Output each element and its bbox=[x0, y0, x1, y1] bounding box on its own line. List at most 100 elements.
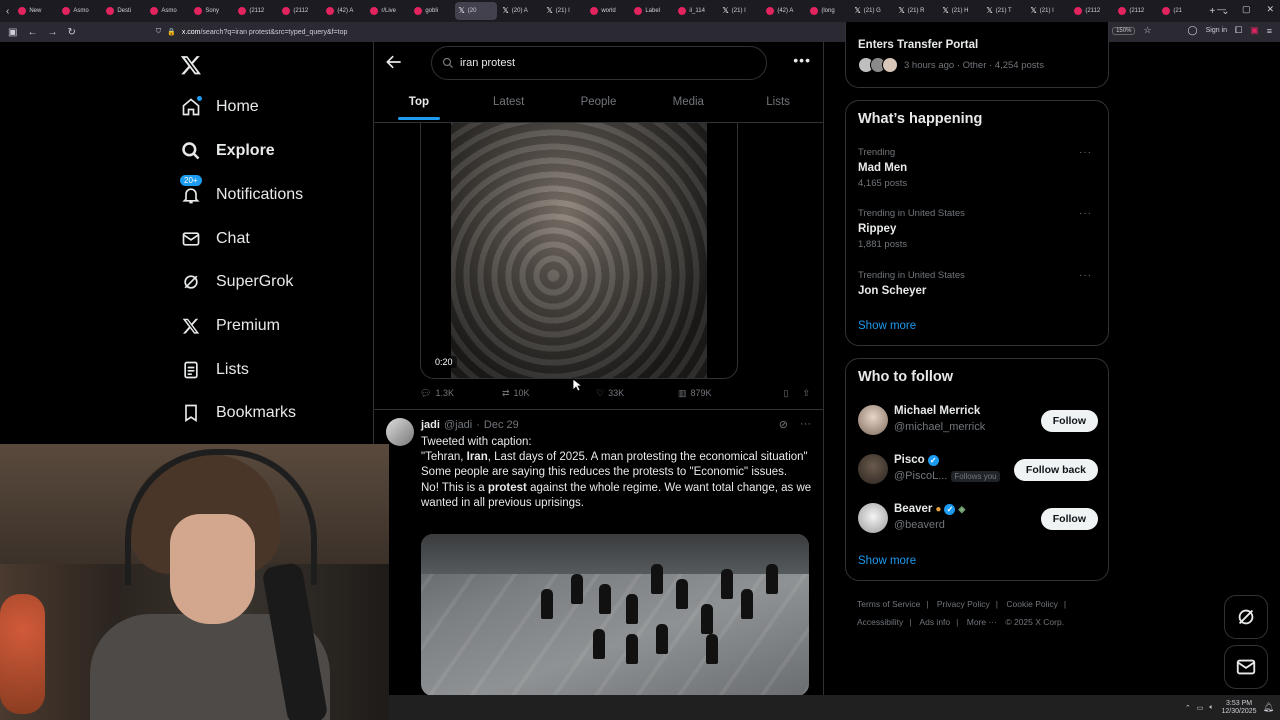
messages-button[interactable] bbox=[1224, 645, 1268, 689]
search-input[interactable] bbox=[458, 56, 742, 70]
browser-tab[interactable]: gobli bbox=[411, 2, 453, 20]
forward-icon[interactable]: → bbox=[47, 27, 57, 38]
url-field[interactable]: ⛉ 🔒 x.com/search?q=iran protest&src=type… bbox=[156, 28, 348, 36]
sidebar-toggle-icon[interactable]: ▣ bbox=[8, 27, 17, 38]
browser-tab[interactable]: (2112 bbox=[235, 2, 277, 20]
follow-suggestion[interactable]: Beaver ● ✓ ◈ @beaverd Follow bbox=[858, 500, 1098, 540]
more-icon[interactable]: ··· bbox=[1079, 270, 1092, 281]
browser-tab[interactable]: (2112 bbox=[1115, 2, 1157, 20]
tab-latest[interactable]: Latest bbox=[464, 86, 554, 122]
browser-tab[interactable]: il_114 bbox=[675, 2, 717, 20]
more-icon[interactable]: ··· bbox=[1079, 147, 1092, 158]
browser-tab[interactable]: (2112 bbox=[1071, 2, 1113, 20]
extensions-icon[interactable]: ⧠ bbox=[1235, 25, 1242, 36]
browser-tab[interactable]: world bbox=[587, 2, 629, 20]
signin-label[interactable]: Sign in bbox=[1206, 27, 1227, 34]
avatar[interactable] bbox=[858, 405, 888, 435]
taskbar-clock[interactable]: 3:53 PM 12/30/2025 bbox=[1222, 700, 1257, 716]
nav-premium[interactable]: Premium bbox=[180, 315, 280, 337]
footer-link[interactable]: Cookie Policy bbox=[1006, 599, 1058, 609]
more-icon[interactable]: ··· bbox=[1079, 208, 1092, 219]
account-icon[interactable]: ◯ bbox=[1188, 25, 1198, 36]
tab-people[interactable]: People bbox=[554, 86, 644, 122]
browser-tab[interactable]: 𝕏 (21) H bbox=[939, 2, 981, 20]
back-icon[interactable]: ← bbox=[27, 27, 37, 38]
bookmark-star-icon[interactable]: ☆ bbox=[1143, 25, 1151, 36]
trend-item[interactable]: Trending in United States Jon Scheyer ··… bbox=[858, 270, 1098, 297]
show-more-link[interactable]: Show more bbox=[858, 555, 916, 567]
tab-list-icon[interactable]: ‹ bbox=[6, 6, 9, 17]
browser-tab[interactable]: New bbox=[15, 2, 57, 20]
video-frame[interactable] bbox=[451, 122, 707, 378]
tab-top[interactable]: Top bbox=[374, 86, 464, 122]
browser-tab[interactable]: (42) A bbox=[323, 2, 365, 20]
browser-tab[interactable]: 𝕏 (21) G bbox=[851, 2, 893, 20]
follow-suggestion[interactable]: Michael Merrick @michael_merrick Follow bbox=[858, 402, 1098, 442]
nav-chat[interactable]: Chat bbox=[180, 228, 250, 250]
minimize-icon[interactable]: — bbox=[1217, 4, 1226, 15]
avatar[interactable] bbox=[386, 418, 414, 446]
share-button[interactable]: ⇧ bbox=[802, 388, 810, 399]
menu-icon[interactable]: ≡ bbox=[1267, 26, 1272, 36]
footer-link[interactable]: More ··· bbox=[967, 617, 997, 627]
author-handle[interactable]: @jadi bbox=[444, 419, 472, 431]
monitor-icon[interactable]: ▭ bbox=[1197, 704, 1204, 712]
bookmark-button[interactable]: ▯ bbox=[784, 388, 789, 399]
follow-button[interactable]: Follow bbox=[1040, 508, 1098, 530]
browser-tab[interactable]: (42) A bbox=[763, 2, 805, 20]
avatar[interactable] bbox=[858, 503, 888, 533]
browser-tab[interactable]: Desti bbox=[103, 2, 145, 20]
follow-suggestion[interactable]: Pisco ✓ @PiscoL... Follows you Follow back bbox=[858, 451, 1098, 491]
news-card[interactable]: Enters Transfer Portal 3 hours ago · Oth… bbox=[845, 22, 1109, 88]
follow-button[interactable]: Follow bbox=[1040, 410, 1098, 432]
browser-tab[interactable]: Label bbox=[631, 2, 673, 20]
browser-tab[interactable]: 𝕏 (21) I bbox=[543, 2, 585, 20]
browser-tab[interactable]: Asmo bbox=[59, 2, 101, 20]
footer-link[interactable]: Accessibility bbox=[857, 617, 903, 627]
author-name[interactable]: jadi bbox=[421, 419, 440, 431]
close-window-icon[interactable]: ✕ bbox=[1266, 4, 1274, 15]
chevron-up-icon[interactable]: ⌃ bbox=[1185, 704, 1191, 712]
browser-tab[interactable]: (long bbox=[807, 2, 849, 20]
follow-back-button[interactable]: Follow back bbox=[1013, 459, 1098, 481]
footer-link[interactable]: Privacy Policy bbox=[937, 599, 990, 609]
zoom-level[interactable]: 150% bbox=[1112, 26, 1136, 35]
nav-explore[interactable]: Explore bbox=[180, 140, 275, 162]
volume-icon[interactable]: 🔈︎ bbox=[1209, 704, 1213, 712]
like-button[interactable]: ♡ 33K bbox=[596, 388, 678, 399]
browser-tab[interactable]: (2112 bbox=[279, 2, 321, 20]
browser-tab[interactable]: r/Live bbox=[367, 2, 409, 20]
tab-media[interactable]: Media bbox=[643, 86, 733, 122]
nav-bookmarks[interactable]: Bookmarks bbox=[180, 402, 296, 424]
notification-ext-icon[interactable]: ▣ bbox=[1250, 25, 1259, 36]
browser-tab[interactable]: Asmo bbox=[147, 2, 189, 20]
maximize-icon[interactable]: ▢ bbox=[1242, 4, 1251, 15]
browser-tab[interactable]: Sony bbox=[191, 2, 233, 20]
show-more-link[interactable]: Show more bbox=[858, 320, 916, 332]
avatar[interactable] bbox=[858, 454, 888, 484]
browser-tab[interactable]: 𝕏 (21) I bbox=[719, 2, 761, 20]
tweet-video[interactable]: 0:20 bbox=[420, 122, 738, 379]
trend-item[interactable]: Trending in United States Rippey 1,881 p… bbox=[858, 208, 1098, 250]
notification-bell-icon[interactable]: 🔔︎ bbox=[1263, 702, 1274, 713]
news-title[interactable]: Enters Transfer Portal bbox=[858, 39, 978, 51]
footer-link[interactable]: Terms of Service bbox=[857, 599, 920, 609]
tab-lists[interactable]: Lists bbox=[733, 86, 823, 122]
tweet-date[interactable]: Dec 29 bbox=[484, 419, 519, 431]
nav-notifications[interactable]: 20+ Notifications bbox=[180, 175, 303, 206]
grok-button[interactable] bbox=[1224, 595, 1268, 639]
reply-button[interactable]: 💬︎ 1.3K bbox=[420, 388, 502, 399]
more-icon[interactable]: ••• bbox=[793, 52, 811, 68]
nav-lists[interactable]: Lists bbox=[180, 359, 249, 381]
search-box[interactable] bbox=[431, 46, 767, 80]
tweet-image[interactable] bbox=[421, 534, 809, 695]
nav-supergrok[interactable]: SuperGrok bbox=[180, 271, 293, 293]
nav-home[interactable]: Home bbox=[180, 96, 259, 118]
more-icon[interactable]: ··· bbox=[800, 418, 811, 431]
trend-item[interactable]: Trending Mad Men 4,165 posts ··· bbox=[858, 147, 1098, 189]
browser-tab[interactable]: 𝕏 (21) I bbox=[1027, 2, 1069, 20]
browser-tab[interactable]: 𝕏 (21) T bbox=[983, 2, 1025, 20]
new-tab-icon[interactable]: + bbox=[1209, 6, 1215, 17]
x-logo-icon[interactable] bbox=[180, 54, 202, 76]
browser-tab[interactable]: 𝕏 (20 bbox=[455, 2, 498, 20]
